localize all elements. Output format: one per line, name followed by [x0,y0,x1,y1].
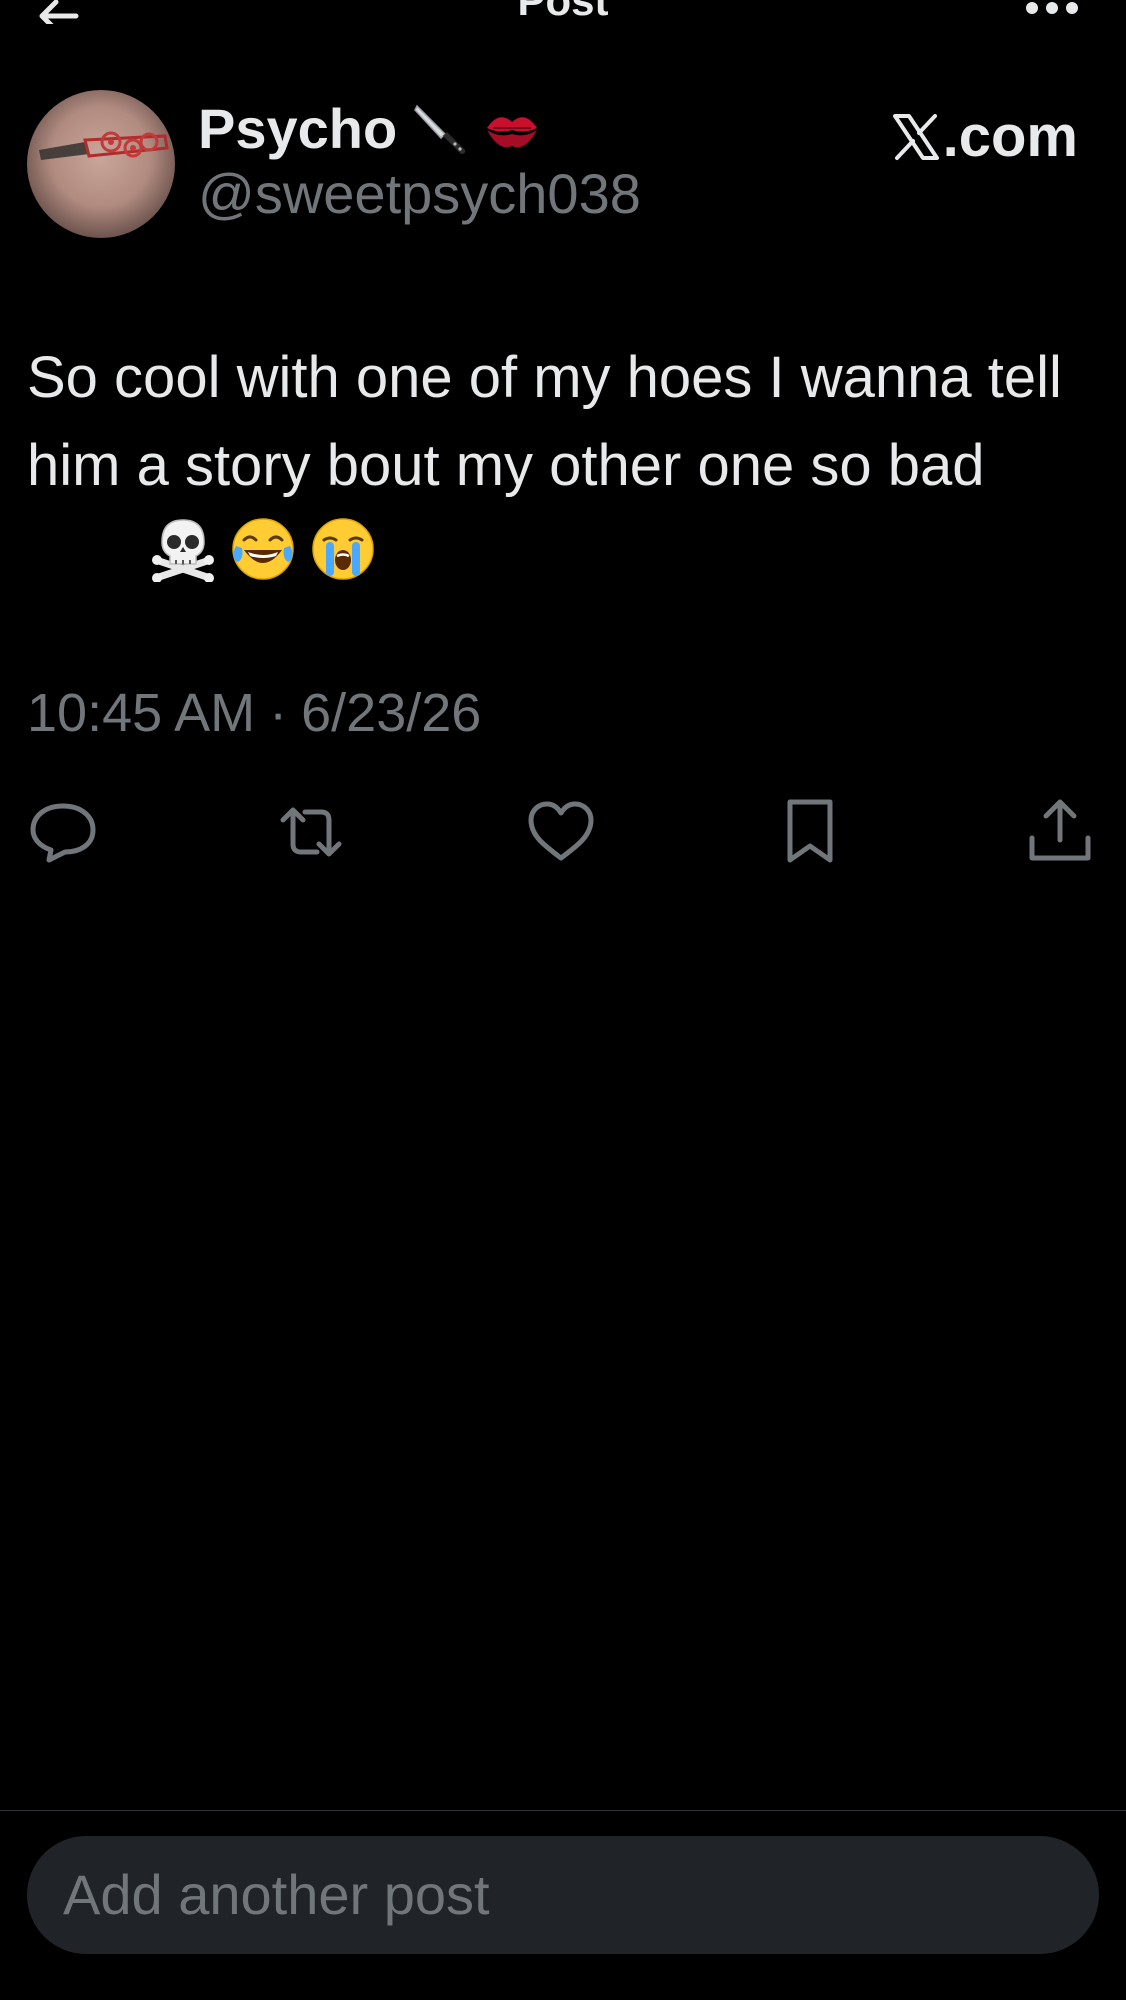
post-time: 10:45 AM [27,683,256,743]
reply-button[interactable] [27,796,99,868]
heart-icon [528,801,594,861]
face-with-tears-of-joy-emoji [230,516,296,582]
share-button[interactable] [1024,796,1096,868]
repost-icon [280,807,342,857]
repost-button[interactable] [275,796,347,868]
x-logo-icon [892,114,939,160]
reply-composer-input[interactable]: Add another post [27,1836,1099,1954]
post-text-content: So cool with one of my hoes I wanna tell… [27,345,1079,498]
skull-and-crossbones-emoji [150,516,216,583]
watermark-label: .com [942,104,1078,169]
avatar[interactable] [27,90,175,238]
author-name-row[interactable]: Psycho [198,94,541,164]
bookmark-button[interactable] [774,796,846,868]
like-button[interactable] [525,796,597,868]
post-date: 6/23/26 [301,683,482,743]
reply-icon [30,803,96,863]
loudly-crying-face-emoji [310,516,376,582]
knife-emoji [411,100,469,158]
bookmark-icon [787,799,833,863]
top-bar: Post [0,0,1126,33]
composer-placeholder: Add another post [63,1863,490,1926]
author-handle[interactable]: @sweetpsych038 [198,166,641,222]
more-button[interactable] [1020,0,1084,16]
author-name[interactable]: Psycho [198,101,397,157]
share-icon [1029,799,1091,861]
page-title: Post [517,0,609,24]
post-emojis [150,514,376,584]
post-timestamp[interactable]: 10:45 AM · 6/23/26 [27,686,481,740]
action-bar [0,796,1126,868]
timestamp-separator: · [269,683,288,743]
post-text: So cool with one of my hoes I wanna tell… [27,334,1087,510]
more-icon [1026,2,1078,14]
composer-divider [0,1810,1126,1811]
avatar-tattoo-photo [39,131,169,160]
kiss-mark-emoji [483,100,541,158]
x-watermark: .com [891,108,1078,166]
